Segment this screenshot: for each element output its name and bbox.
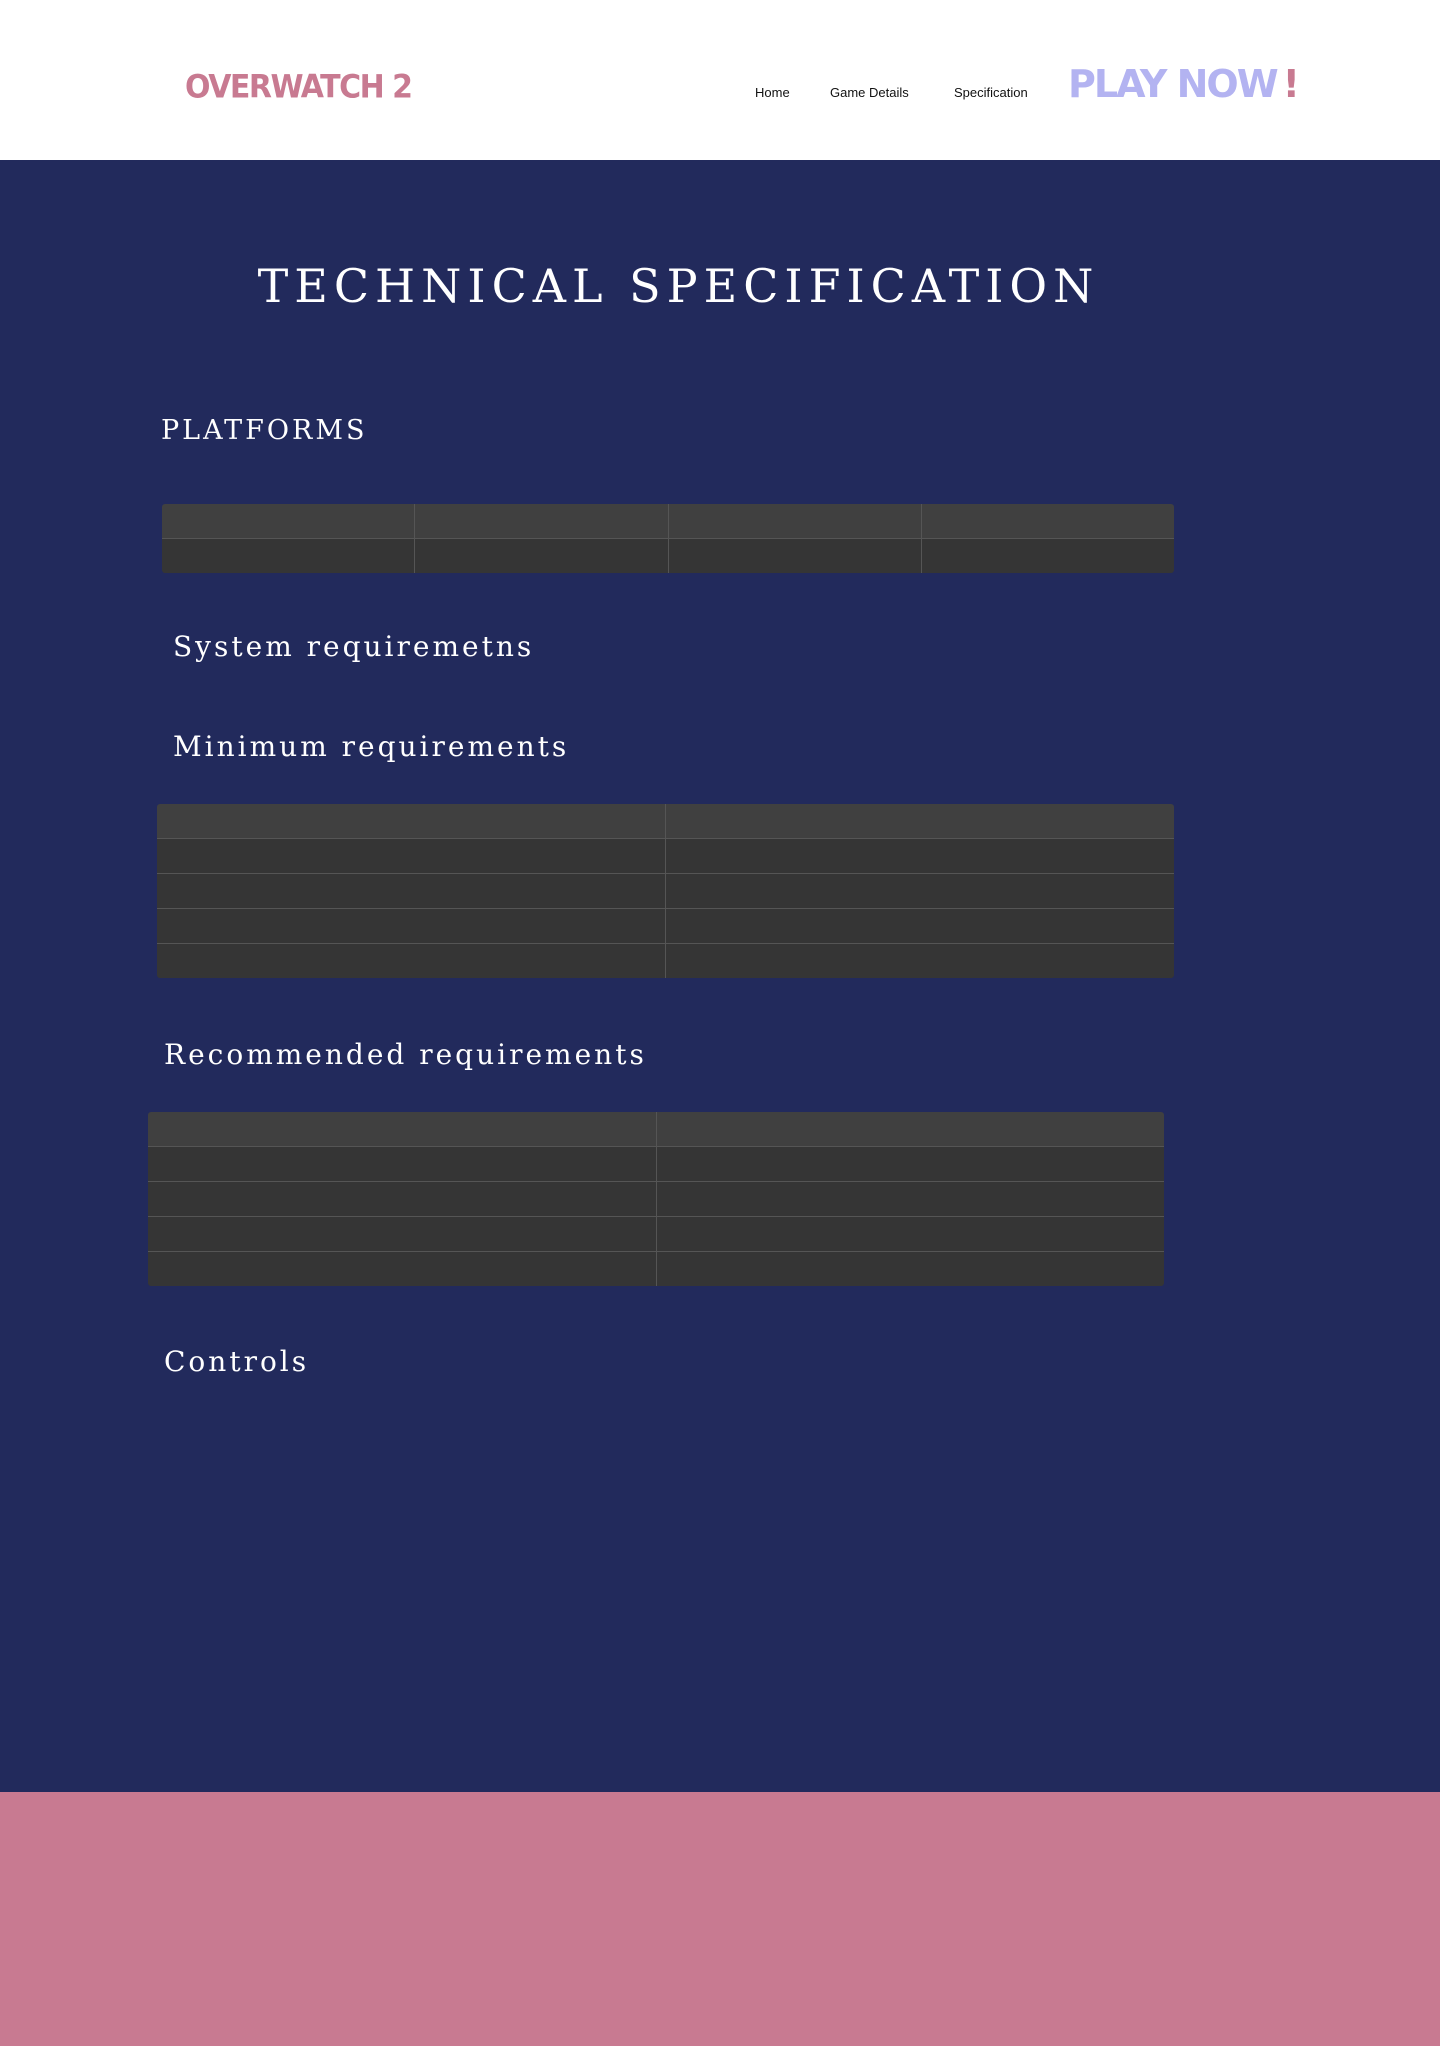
- table-cell: [667, 504, 922, 539]
- table-cell: [157, 943, 666, 978]
- play-now-exclamation: !: [1282, 62, 1300, 106]
- table-cell: [414, 504, 669, 539]
- table-row: [157, 838, 1174, 874]
- table-row: [148, 1216, 1164, 1252]
- table-cell: [655, 1181, 1164, 1217]
- recommended-requirements-table: [147, 1111, 1165, 1287]
- controls-heading: Controls: [164, 1345, 310, 1378]
- table-cell: [414, 538, 669, 573]
- nav-link-game-details[interactable]: Game Details: [830, 84, 909, 102]
- table-row: [157, 943, 1174, 978]
- table-cell: [665, 943, 1174, 978]
- system-requirements-heading: System requiremetns: [173, 630, 535, 663]
- nav-link-home[interactable]: Home: [755, 84, 790, 102]
- table-cell: [148, 1181, 657, 1217]
- site-header: OVERWATCH 2 Home Game Details Specificat…: [0, 0, 1440, 160]
- play-now-button[interactable]: PLAY NOW!: [1068, 58, 1300, 110]
- table-row: [162, 538, 1174, 573]
- table-row: [148, 1181, 1164, 1217]
- table-row: [148, 1146, 1164, 1182]
- table-cell: [157, 804, 666, 839]
- table-cell: [148, 1251, 657, 1286]
- table-row: [148, 1251, 1164, 1286]
- platforms-heading: PLATFORMS: [161, 415, 368, 446]
- table-cell: [148, 1112, 657, 1147]
- table-row: [157, 908, 1174, 944]
- play-now-label: PLAY NOW: [1068, 62, 1279, 106]
- platforms-table: [161, 503, 1175, 574]
- table-row: [157, 873, 1174, 909]
- table-cell: [655, 1216, 1164, 1252]
- minimum-requirements-heading: Minimum requirements: [173, 730, 570, 763]
- site-logo[interactable]: OVERWATCH 2: [185, 62, 413, 114]
- table-cell: [148, 1216, 657, 1252]
- recommended-requirements-heading: Recommended requirements: [164, 1038, 647, 1071]
- table-cell: [655, 1146, 1164, 1182]
- table-cell: [157, 873, 666, 909]
- table-cell: [162, 538, 416, 573]
- nav-link-specification[interactable]: Specification: [954, 84, 1028, 102]
- table-cell: [665, 804, 1174, 839]
- site-footer: [0, 1792, 1440, 2046]
- table-cell: [162, 504, 416, 539]
- table-header-row: [162, 504, 1174, 539]
- table-cell: [920, 504, 1174, 539]
- table-cell: [157, 838, 666, 874]
- table-cell: [665, 908, 1174, 944]
- table-cell: [148, 1146, 657, 1182]
- table-header-row: [157, 804, 1174, 839]
- minimum-requirements-table: [156, 803, 1175, 979]
- table-cell: [665, 838, 1174, 874]
- table-cell: [157, 908, 666, 944]
- table-cell: [655, 1112, 1164, 1147]
- table-header-row: [148, 1112, 1164, 1147]
- page-title: TECHNICAL SPECIFICATION: [257, 259, 1100, 313]
- table-cell: [665, 873, 1174, 909]
- table-cell: [667, 538, 922, 573]
- table-cell: [655, 1251, 1164, 1286]
- table-cell: [920, 538, 1174, 573]
